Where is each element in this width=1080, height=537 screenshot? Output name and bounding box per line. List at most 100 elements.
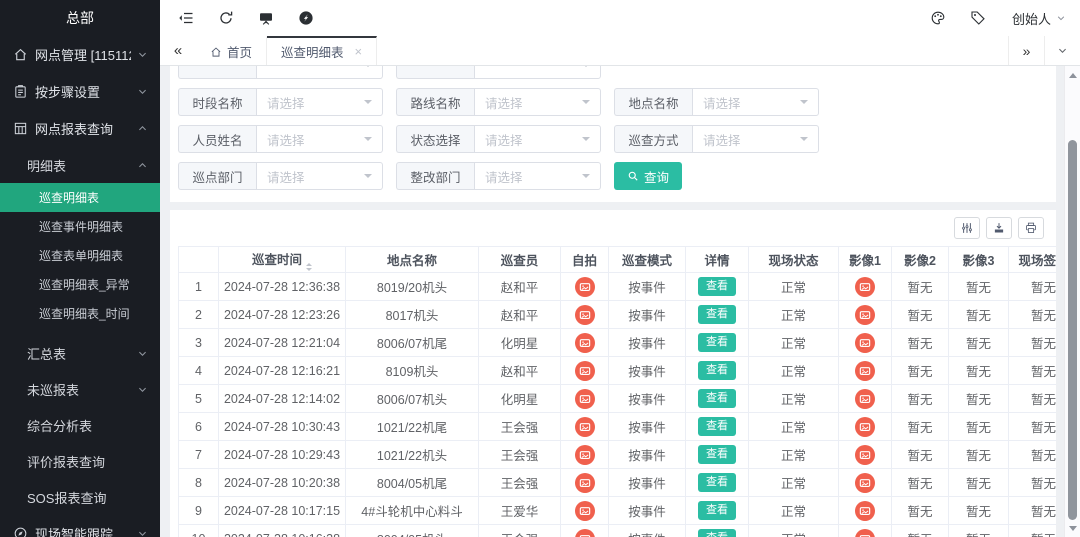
image1-photo-button[interactable] (855, 417, 875, 437)
cell-site-status: 正常 (749, 413, 839, 441)
scroll-up-arrow[interactable] (1065, 68, 1080, 82)
home-icon (210, 46, 222, 58)
view-details-button[interactable]: 查看 (698, 473, 736, 491)
sidebar-item[interactable]: SOS报表查询 (0, 479, 160, 515)
selfie-photo-button[interactable] (575, 445, 595, 465)
image1-photo-button[interactable] (855, 445, 875, 465)
image1-photo-button[interactable] (855, 305, 875, 325)
sidebar-item[interactable]: 汇总表 (0, 335, 160, 371)
print-button[interactable] (1018, 217, 1044, 239)
chevron-down-icon (1056, 13, 1066, 23)
close-icon[interactable]: × (355, 45, 363, 58)
selfie-photo-button[interactable] (575, 305, 595, 325)
view-details-button[interactable]: 查看 (698, 445, 736, 463)
image1-photo-button[interactable] (855, 333, 875, 353)
sidebar-item[interactable]: 巡查事件明细表 (0, 212, 160, 241)
selfie-photo-button[interactable] (575, 473, 595, 493)
selfie-photo-button[interactable] (575, 277, 595, 297)
tab-patrol-detail[interactable]: 巡查明细表 × (267, 36, 377, 65)
menu-collapse-icon[interactable] (178, 10, 194, 26)
filter-select[interactable]: 请选择 (256, 125, 383, 153)
tab-home[interactable]: 首页 (196, 36, 267, 65)
cell-site-status: 正常 (749, 385, 839, 413)
filter-select[interactable]: 请选择 (692, 125, 819, 153)
cell-inspector: 王爱华 (479, 497, 561, 525)
cell-site-sign: 暂无 (1009, 413, 1057, 441)
refresh-icon[interactable] (218, 10, 234, 26)
palette-icon[interactable] (930, 10, 946, 26)
view-details-button[interactable]: 查看 (698, 277, 736, 295)
filter-select[interactable]: 请选择 (474, 88, 601, 116)
sidebar-item-label: 按步骤设置 (35, 82, 131, 101)
cell-image3: 暂无 (949, 497, 1009, 525)
filter-select[interactable] (256, 66, 383, 79)
sidebar-item-label: 巡查事件明细表 (39, 218, 148, 235)
sidebar-item[interactable]: 网点管理 [1151120] (0, 36, 160, 73)
sidebar-item[interactable]: 网点报表查询 (0, 110, 160, 147)
tabs-forward-button[interactable]: » (1008, 36, 1044, 65)
filter-select[interactable]: 请选择 (256, 162, 383, 190)
image1-photo-button[interactable] (855, 389, 875, 409)
scroll-down-arrow[interactable] (1065, 521, 1080, 535)
view-details-button[interactable]: 查看 (698, 501, 736, 519)
sidebar-item[interactable]: 按步骤设置 (0, 73, 160, 110)
cell-inspector: 化明星 (479, 329, 561, 357)
image1-photo-button[interactable] (855, 501, 875, 521)
compass-dark-icon[interactable] (298, 10, 314, 26)
search-button[interactable]: 查询 (614, 162, 682, 190)
selfie-photo-button[interactable] (575, 333, 595, 353)
caret-down-icon (364, 137, 372, 145)
selfie-photo-button[interactable] (575, 389, 595, 409)
image1-photo-button[interactable] (855, 361, 875, 381)
filter-label: 巡查方式 (614, 125, 692, 153)
cell-image1 (839, 441, 892, 469)
sidebar-item[interactable]: 评价报表查询 (0, 443, 160, 479)
table-row: 102024-07-28 10:16:388004/05机头王会强按事件查看正常… (179, 525, 1057, 537)
view-details-button[interactable]: 查看 (698, 417, 736, 435)
sidebar-item[interactable]: 现场智能跟踪 (0, 515, 160, 537)
vertical-scrollbar[interactable] (1064, 66, 1080, 537)
columns-button[interactable] (954, 217, 980, 239)
sidebar-item[interactable]: 综合分析表 (0, 407, 160, 443)
image1-photo-button[interactable] (855, 473, 875, 493)
search-icon (627, 170, 639, 182)
selfie-photo-button[interactable] (575, 529, 595, 537)
export-button[interactable] (986, 217, 1012, 239)
cell-image1 (839, 301, 892, 329)
filter-select[interactable]: 请选择 (256, 88, 383, 116)
column-header[interactable]: 巡查时间 (219, 247, 346, 273)
view-details-button[interactable]: 查看 (698, 305, 736, 323)
cell-image3: 暂无 (949, 273, 1009, 301)
tag-icon[interactable] (970, 10, 986, 26)
filter-select[interactable]: 请选择 (474, 125, 601, 153)
view-details-button[interactable]: 查看 (698, 333, 736, 351)
selfie-photo-button[interactable] (575, 501, 595, 521)
table-toolbar (178, 216, 1056, 246)
filter-select[interactable] (474, 66, 601, 79)
tabs-collapse-button[interactable]: « (160, 36, 196, 65)
filter-select[interactable]: 请选择 (692, 88, 819, 116)
sidebar-item[interactable]: 巡查明细表_异常 (0, 270, 160, 299)
screen-icon[interactable] (258, 10, 274, 26)
selfie-photo-button[interactable] (575, 417, 595, 437)
view-details-button[interactable]: 查看 (698, 389, 736, 407)
sidebar-item-active[interactable]: 巡查明细表 (0, 183, 160, 212)
sidebar-item[interactable]: 巡查明细表_时间 (0, 299, 160, 328)
image1-photo-button[interactable] (855, 529, 875, 537)
cell-patrol-time: 2024-07-28 10:29:43 (219, 441, 346, 469)
image1-photo-button[interactable] (855, 277, 875, 297)
sidebar-item[interactable]: 巡查表单明细表 (0, 241, 160, 270)
sort-icon[interactable] (306, 263, 312, 271)
column-header-label: 详情 (704, 254, 729, 268)
sidebar-item[interactable]: 明细表 (0, 147, 160, 183)
filter-label: 时段名称 (178, 88, 256, 116)
filter-select[interactable]: 请选择 (474, 162, 601, 190)
sidebar-item[interactable]: 未巡报表 (0, 371, 160, 407)
view-details-button[interactable]: 查看 (698, 529, 736, 537)
user-menu[interactable]: 创始人 (1012, 9, 1066, 28)
selfie-photo-button[interactable] (575, 361, 595, 381)
cell-place-name: 1021/22机尾 (346, 413, 479, 441)
view-details-button[interactable]: 查看 (698, 361, 736, 379)
tabs-menu-button[interactable] (1044, 36, 1080, 65)
scroll-thumb[interactable] (1068, 140, 1077, 520)
